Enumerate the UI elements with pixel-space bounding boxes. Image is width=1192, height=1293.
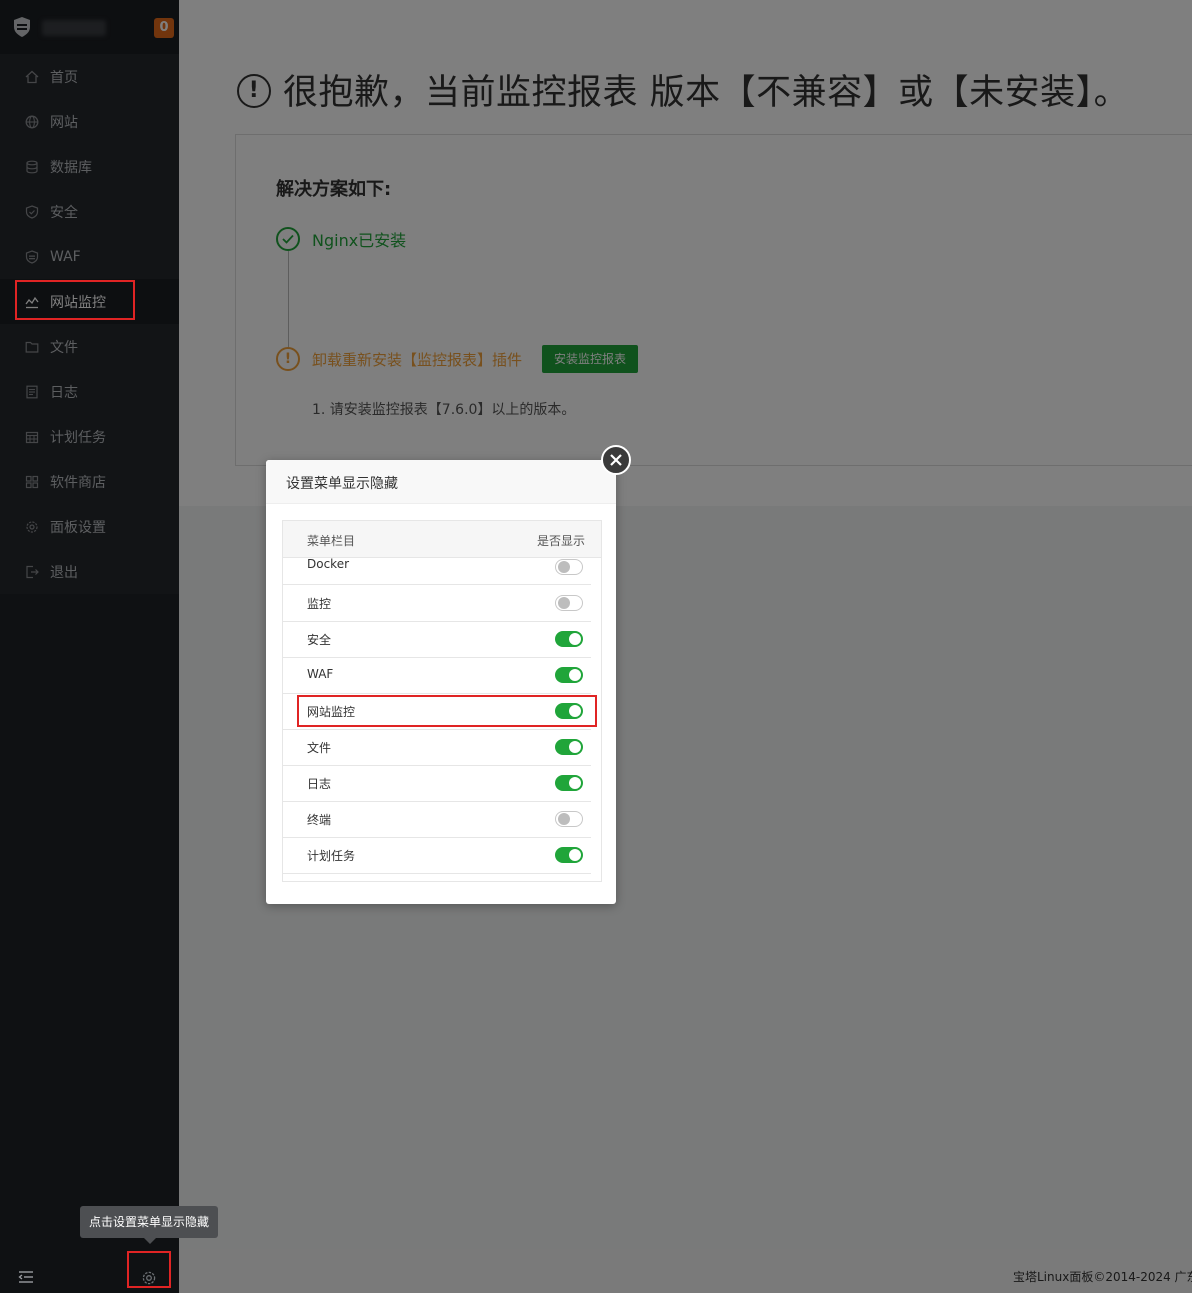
- visibility-toggle[interactable]: [555, 739, 583, 755]
- visibility-toggle[interactable]: [555, 559, 583, 575]
- toggle-knob: [569, 633, 581, 645]
- table-row: 文件: [283, 729, 591, 766]
- column-header-show: 是否显示: [536, 534, 585, 548]
- toggle-knob: [569, 849, 581, 861]
- row-label: 计划任务: [307, 849, 356, 863]
- toggle-knob: [569, 669, 581, 681]
- table-row: 日志: [283, 765, 591, 802]
- collapse-menu-icon[interactable]: [18, 1270, 34, 1284]
- visibility-toggle[interactable]: [555, 775, 583, 791]
- table-row: 监控: [283, 585, 591, 622]
- toggle-knob: [558, 813, 570, 825]
- table-row: Docker: [283, 551, 591, 585]
- highlight-box-dialog-row: [297, 695, 597, 727]
- dialog-close-button[interactable]: [601, 445, 631, 475]
- toggle-knob: [569, 741, 581, 753]
- visibility-toggle[interactable]: [555, 847, 583, 863]
- highlight-box-sidebar-monitor: [15, 280, 135, 320]
- row-label: 日志: [307, 777, 332, 791]
- row-label: 监控: [307, 597, 332, 611]
- tooltip-arrow: [144, 1238, 156, 1244]
- gear-tooltip: 点击设置菜单显示隐藏: [80, 1206, 218, 1238]
- visibility-toggle[interactable]: [555, 631, 583, 647]
- visibility-toggle[interactable]: [555, 595, 583, 611]
- toggle-knob: [558, 561, 570, 573]
- toggle-knob: [569, 777, 581, 789]
- visibility-toggle[interactable]: [555, 667, 583, 683]
- highlight-box-gear: [127, 1251, 171, 1288]
- column-header-menu: 菜单栏目: [307, 534, 356, 548]
- row-label: Docker: [307, 557, 350, 571]
- table-row: 计划任务: [283, 837, 591, 874]
- dialog-header: 设置菜单显示隐藏: [266, 460, 616, 504]
- table-row: WAF: [283, 657, 591, 694]
- close-icon: [610, 454, 622, 466]
- menu-visibility-dialog: 设置菜单显示隐藏 菜单栏目 是否显示 Docker 监控 安全 WAF 网站监控…: [266, 460, 616, 904]
- row-label: 终端: [307, 813, 332, 827]
- dialog-title: 设置菜单显示隐藏: [286, 476, 398, 492]
- toggle-knob: [558, 597, 570, 609]
- row-label: WAF: [307, 667, 334, 681]
- row-label: 安全: [307, 633, 332, 647]
- table-row: 安全: [283, 621, 591, 658]
- table-row: 终端: [283, 801, 591, 838]
- visibility-toggle[interactable]: [555, 811, 583, 827]
- row-label: 文件: [307, 741, 332, 755]
